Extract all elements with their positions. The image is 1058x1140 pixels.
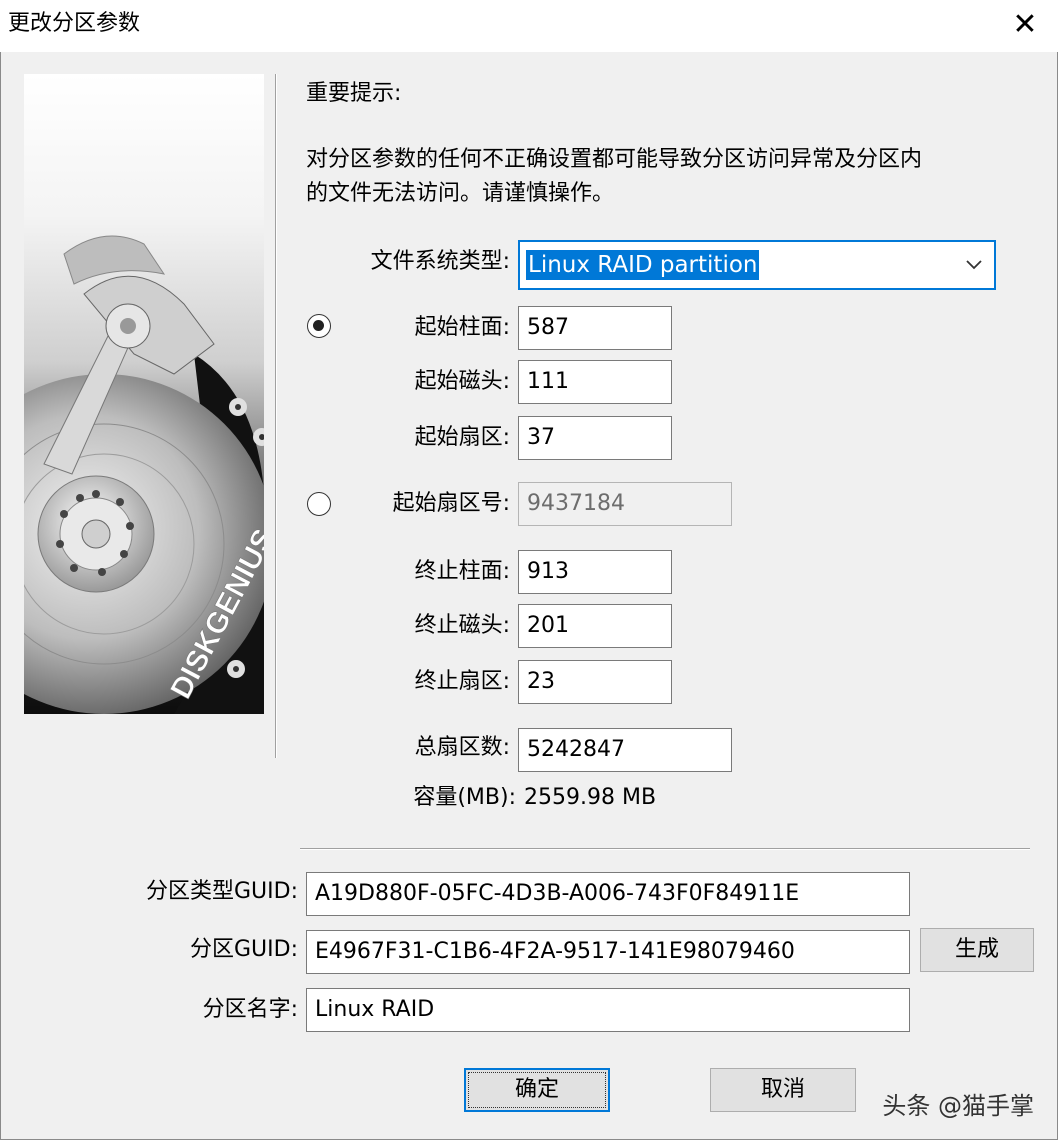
start-lba-label: 起始扇区号: [392, 491, 510, 516]
capacity-label: 容量(MB): [413, 785, 516, 810]
notice-line-1: 对分区参数的任何不正确设置都可能导致分区访问异常及分区内 [306, 147, 923, 172]
watermark-text: 头条 @猫手掌 [882, 1092, 1034, 1120]
cancel-button[interactable]: 取消 [710, 1068, 856, 1112]
end-cylinder-input[interactable]: 913 [518, 550, 672, 594]
partition-name-label: 分区名字: [202, 997, 298, 1022]
close-icon[interactable]: ✕ [1010, 10, 1040, 40]
partition-guid-label: 分区GUID: [190, 937, 298, 962]
notice-heading: 重要提示: [306, 81, 402, 106]
start-cylinder-input[interactable]: 587 [518, 306, 672, 350]
start-sector-label: 起始扇区: [414, 425, 510, 450]
total-sectors-label: 总扇区数: [414, 735, 510, 760]
type-guid-input[interactable]: A19D880F-05FC-4D3B-A006-743F0F84911E [306, 872, 910, 916]
start-sector-input[interactable]: 37 [518, 416, 672, 460]
horizontal-divider [300, 848, 1030, 849]
ok-button[interactable]: 确定 [464, 1068, 610, 1112]
disk-illustration: DISKGENIUS [24, 74, 264, 714]
start-cylinder-label: 起始柱面: [414, 315, 510, 340]
end-head-input[interactable]: 201 [518, 604, 672, 648]
end-sector-label: 终止扇区: [414, 669, 510, 694]
notice-line-2: 的文件无法访问。请谨慎操作。 [306, 181, 615, 206]
end-sector-input[interactable]: 23 [518, 660, 672, 704]
hard-disk-icon: DISKGENIUS [24, 235, 264, 714]
vertical-divider [275, 74, 276, 758]
radio-lba-start[interactable] [307, 492, 331, 516]
window-title: 更改分区参数 [8, 11, 141, 36]
radio-selected-dot [313, 320, 324, 331]
partition-name-input[interactable]: Linux RAID [306, 988, 910, 1032]
type-guid-label: 分区类型GUID: [146, 879, 298, 904]
start-head-label: 起始磁头: [414, 369, 510, 394]
radio-chs-start[interactable] [307, 314, 331, 338]
title-bar: 更改分区参数 ✕ [0, 0, 1058, 52]
fs-type-label: 文件系统类型: [370, 249, 510, 274]
end-cylinder-label: 终止柱面: [414, 559, 510, 584]
generate-guid-button[interactable]: 生成 [920, 928, 1034, 972]
start-head-input[interactable]: 111 [518, 360, 672, 404]
chevron-down-icon [966, 260, 982, 270]
fs-type-value: Linux RAID partition [526, 250, 760, 280]
partition-guid-input[interactable]: E4967F31-C1B6-4F2A-9517-141E98079460 [306, 930, 910, 974]
end-head-label: 终止磁头: [414, 613, 510, 638]
fs-type-select[interactable]: Linux RAID partition [518, 240, 996, 290]
ok-button-label: 确定 [514, 1077, 559, 1102]
total-sectors-input[interactable]: 5242847 [518, 728, 732, 772]
start-lba-input: 9437184 [518, 482, 732, 526]
capacity-value: 2559.98 MB [524, 785, 657, 810]
